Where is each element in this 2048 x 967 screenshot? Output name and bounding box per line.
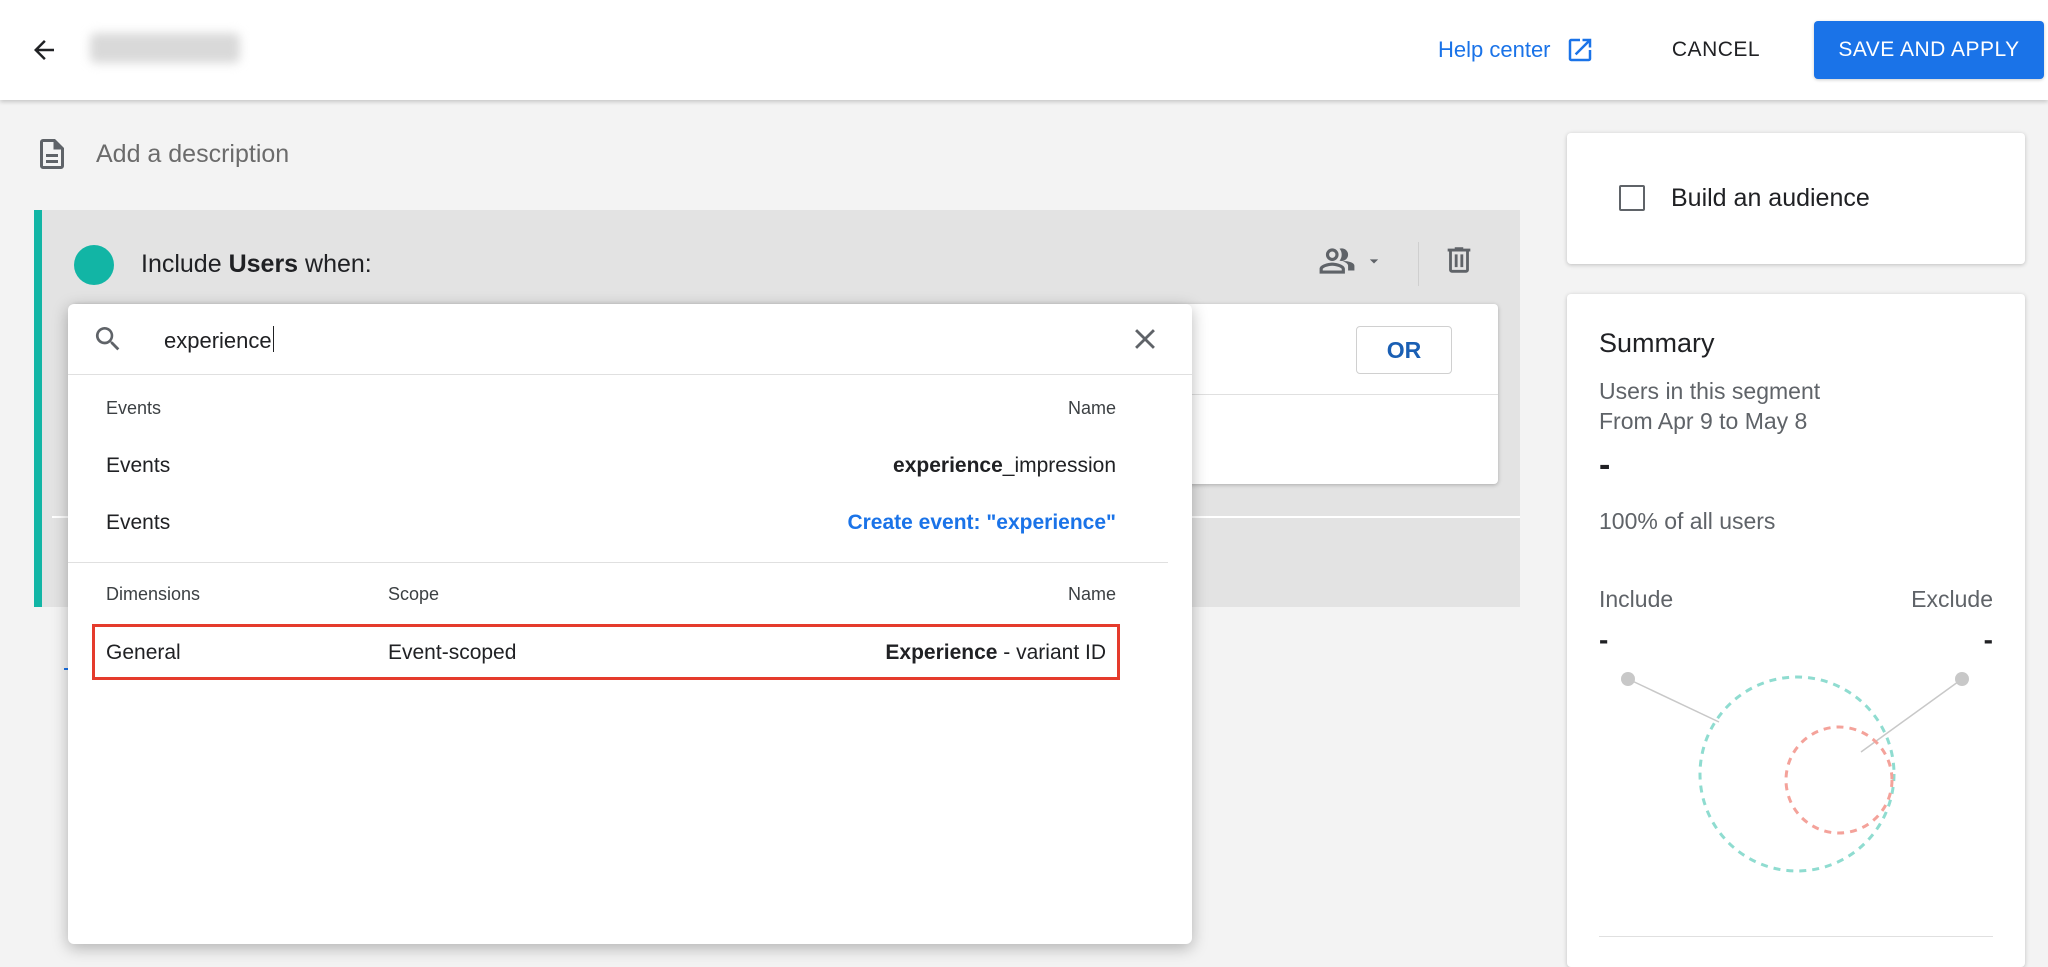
create-event-category: Events (106, 511, 171, 534)
condition-title: Include Users when: (141, 250, 372, 279)
delete-condition-button[interactable] (1442, 242, 1476, 283)
condition-scope-selector[interactable] (1318, 242, 1384, 280)
dimensions-section-header: Dimensions Scope Name (106, 584, 1116, 614)
dimension-name-rest: - variant ID (997, 641, 1106, 664)
summary-divider (1599, 936, 1993, 937)
clear-search-button[interactable] (1128, 322, 1162, 361)
include-label: Include (1599, 586, 1674, 612)
dimension-search-dropdown: Events Name Events experience_impression… (68, 304, 1192, 944)
help-center-label: Help center (1438, 37, 1551, 62)
condition-suffix: when: (305, 250, 372, 278)
events-name-header: Name (1067, 398, 1116, 418)
search-icon (95, 327, 120, 351)
dimensions-name-header: Name (1067, 584, 1116, 604)
dimension-row-experience-variant-id[interactable]: General Event-scoped Experience - varian… (92, 624, 1120, 680)
exclude-value: - (1983, 624, 1993, 655)
summary-user-count: - (1599, 446, 1611, 484)
summary-date-range: From Apr 9 to May 8 (1599, 408, 1808, 434)
or-button[interactable]: OR (1356, 326, 1452, 374)
summary-title: Summary (1599, 328, 1715, 358)
help-center-link[interactable]: Help center (1438, 28, 1595, 72)
exclude-circle (1784, 725, 1894, 835)
include-value: - (1599, 624, 1609, 655)
trash-icon (1447, 247, 1471, 273)
description-placeholder: Add a description (96, 139, 290, 168)
open-in-new-icon (1568, 38, 1591, 62)
dimension-row-scope: Event-scoped (388, 641, 517, 664)
search-bar (68, 304, 1192, 375)
arrow-back-icon (34, 40, 54, 60)
build-audience-card: Build an audience (1567, 133, 2025, 264)
search-input[interactable] (162, 320, 1066, 362)
segment-title-redacted (90, 33, 240, 63)
venn-diagram (1621, 672, 1969, 873)
include-leader-line (1627, 678, 1720, 723)
dimension-row-category: General (106, 641, 181, 664)
close-icon (1135, 329, 1155, 349)
dimension-name-match: Experience (885, 641, 998, 664)
build-audience-label: Build an audience (1671, 184, 1870, 212)
event-row-category: Events (106, 454, 171, 477)
cancel-button[interactable]: CANCEL (1656, 28, 1776, 72)
save-and-apply-button[interactable]: SAVE AND APPLY (1814, 21, 2044, 79)
description-icon (40, 139, 64, 169)
event-row-experience-impression[interactable]: Events experience_impression (106, 442, 1116, 490)
people-icon (1319, 248, 1355, 274)
events-section-header: Events Name (106, 398, 1116, 428)
event-row-name: experience_impression (893, 454, 1116, 478)
condition-prefix: Include (141, 250, 222, 278)
summary-card: Summary Users in this segment From Apr 9… (1567, 294, 2025, 967)
include-indicator (74, 245, 114, 285)
summary-description: Users in this segment (1599, 378, 1821, 404)
back-button[interactable] (24, 30, 64, 70)
top-bar: Help center CANCEL SAVE AND APPLY (0, 0, 2048, 100)
section-divider (68, 562, 1168, 563)
exclude-leader-dot (1955, 672, 1969, 686)
include-leader-dot (1621, 672, 1635, 686)
toolbar-separator (1418, 242, 1419, 286)
build-audience-checkbox[interactable] (1619, 185, 1645, 211)
event-name-rest: _impression (1002, 454, 1116, 477)
scope-header-label: Scope (388, 584, 440, 604)
text-caret (273, 326, 274, 352)
summary-percent: 100% of all users (1599, 508, 1776, 534)
create-event-row[interactable]: Events Create event: "experience" (106, 499, 1116, 547)
dropdown-arrow-icon (1369, 259, 1379, 264)
events-header-label: Events (106, 398, 162, 418)
dimension-row-name: Experience - variant ID (885, 641, 1106, 665)
include-circle (1698, 675, 1896, 873)
event-name-match: experience (893, 454, 1003, 477)
create-event-link[interactable]: Create event: "experience" (847, 511, 1116, 535)
description-row[interactable]: Add a description (34, 136, 289, 172)
condition-entity: Users (228, 250, 299, 278)
exclude-label: Exclude (1911, 586, 1993, 612)
dimensions-header-label: Dimensions (106, 584, 201, 604)
